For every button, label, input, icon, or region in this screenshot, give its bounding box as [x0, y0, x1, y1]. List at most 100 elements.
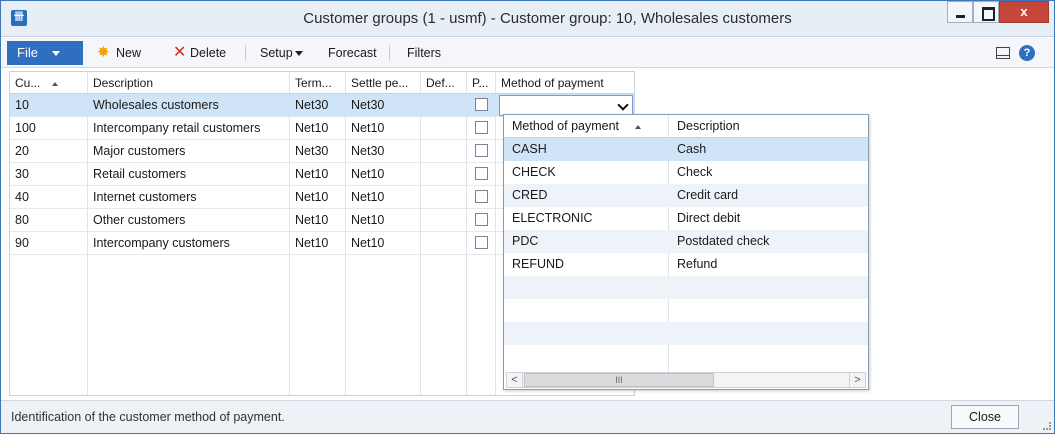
status-help-text: Identification of the customer method of… [11, 410, 285, 424]
cell-terms: Net30 [295, 98, 329, 112]
scroll-thumb[interactable]: III [524, 373, 714, 387]
cell-description: Intercompany customers [93, 236, 230, 250]
resize-grip-icon[interactable] [1043, 422, 1051, 430]
cell-terms: Net10 [295, 167, 329, 181]
cell-terms: Net10 [295, 213, 329, 227]
row-checkbox[interactable] [475, 98, 488, 111]
cell-description: Intercompany retail customers [93, 121, 261, 135]
lookup-empty-row [504, 276, 868, 299]
maximize-button[interactable] [973, 1, 999, 23]
close-button[interactable]: Close [951, 405, 1019, 429]
cell-group: 40 [15, 190, 29, 204]
close-window-button[interactable]: x [999, 1, 1049, 23]
status-bar: Identification of the customer method of… [1, 400, 1054, 433]
setup-menu-button[interactable]: Setup [260, 44, 303, 62]
column-header-method-of-payment[interactable]: Method of payment [496, 72, 634, 94]
form-layout-icon[interactable] [996, 47, 1010, 59]
lookup-cell-description: Postdated check [677, 234, 770, 248]
cell-terms: Net10 [295, 121, 329, 135]
lookup-cell-description: Direct debit [677, 211, 741, 225]
caret-down-icon [294, 51, 303, 57]
cell-description: Other customers [93, 213, 186, 227]
new-star-icon: ✸ [97, 44, 110, 61]
lookup-header-method-of-payment[interactable]: Method of payment [504, 115, 668, 138]
lookup-empty-row [504, 322, 868, 345]
cell-group: 100 [15, 121, 36, 135]
column-header-default[interactable]: Def... [421, 72, 466, 94]
cell-description: Major customers [93, 144, 186, 158]
lookup-row[interactable]: ELECTRONIC Direct debit [504, 207, 868, 230]
lookup-cell-code: ELECTRONIC [512, 211, 593, 225]
window-title: Customer groups (1 - usmf) - Customer gr… [303, 10, 792, 27]
cell-settle: Net10 [351, 213, 385, 227]
new-button[interactable]: ✸ New [97, 44, 141, 62]
toolbar-divider [389, 45, 390, 61]
delete-x-icon: ✕ [173, 44, 187, 61]
action-pane: File ✸ New ✕ Delete Setup Forecast Filters… [1, 38, 1054, 68]
column-header-p[interactable]: P... [467, 72, 495, 94]
horizontal-scrollbar[interactable]: < III > [506, 372, 866, 388]
scroll-right-arrow-icon[interactable]: > [849, 373, 865, 387]
column-header-settle-period[interactable]: Settle pe... [346, 72, 420, 94]
lookup-row[interactable]: CHECK Check [504, 161, 868, 184]
lookup-row[interactable]: REFUND Refund [504, 253, 868, 276]
lookup-cell-description: Credit card [677, 188, 739, 202]
delete-button[interactable]: ✕ Delete [173, 44, 226, 62]
setup-label: Setup [260, 46, 293, 60]
chevron-down-icon[interactable] [615, 97, 631, 114]
title-bar: 卌 Customer groups (1 - usmf) - Customer … [1, 1, 1054, 37]
lookup-cell-description: Cash [677, 142, 707, 156]
row-checkbox[interactable] [475, 190, 488, 203]
cell-terms: Net10 [295, 190, 329, 204]
new-label: New [116, 46, 142, 60]
lookup-row[interactable]: PDC Postdated check [504, 230, 868, 253]
help-icon[interactable]: ? [1019, 45, 1035, 61]
sort-ascending-icon [635, 124, 642, 129]
column-header-terms-of-payment[interactable]: Term... [290, 72, 345, 94]
cell-terms: Net10 [295, 236, 329, 250]
cell-settle: Net30 [351, 98, 385, 112]
lookup-cell-code: PDC [512, 234, 539, 248]
lookup-row[interactable]: CASH Cash [504, 138, 868, 161]
row-checkbox[interactable] [475, 236, 488, 249]
lookup-empty-row [504, 299, 868, 322]
column-header-customer-group[interactable]: Cu... [10, 72, 87, 94]
cell-group: 20 [15, 144, 29, 158]
cell-group: 90 [15, 236, 29, 250]
file-menu-button[interactable]: File [7, 41, 83, 65]
row-checkbox[interactable] [475, 167, 488, 180]
row-checkbox[interactable] [475, 144, 488, 157]
lookup-header-description[interactable]: Description [669, 115, 868, 138]
lookup-cell-code: CHECK [512, 165, 556, 179]
cell-settle: Net10 [351, 121, 385, 135]
filters-label: Filters [407, 46, 442, 60]
cell-group: 80 [15, 213, 29, 227]
delete-label: Delete [190, 46, 227, 60]
method-of-payment-combo[interactable] [499, 95, 633, 116]
file-menu-label: File [17, 45, 38, 60]
cell-settle: Net30 [351, 144, 385, 158]
lookup-empty-row [504, 345, 868, 368]
scroll-left-arrow-icon[interactable]: < [507, 373, 523, 387]
column-header-description[interactable]: Description [88, 72, 289, 94]
cell-settle: Net10 [351, 167, 385, 181]
lookup-cell-code: REFUND [512, 257, 565, 271]
forecast-button[interactable]: Forecast [328, 44, 377, 62]
filters-button[interactable]: Filters [407, 44, 441, 62]
forecast-label: Forecast [328, 46, 377, 60]
sort-ascending-icon [52, 81, 59, 86]
cell-group: 10 [15, 98, 29, 112]
cell-group: 30 [15, 167, 29, 181]
lookup-cell-code: CRED [512, 188, 548, 202]
lookup-cell-description: Refund [677, 257, 718, 271]
minimize-button[interactable] [947, 1, 973, 23]
lookup-cell-description: Check [677, 165, 713, 179]
cell-description: Wholesales customers [93, 98, 219, 112]
toolbar-divider [245, 45, 246, 61]
method-of-payment-lookup: Method of payment Description CASH Cash … [503, 114, 869, 390]
row-checkbox[interactable] [475, 121, 488, 134]
lookup-row[interactable]: CRED Credit card [504, 184, 868, 207]
cell-settle: Net10 [351, 190, 385, 204]
lookup-cell-code: CASH [512, 142, 547, 156]
row-checkbox[interactable] [475, 213, 488, 226]
